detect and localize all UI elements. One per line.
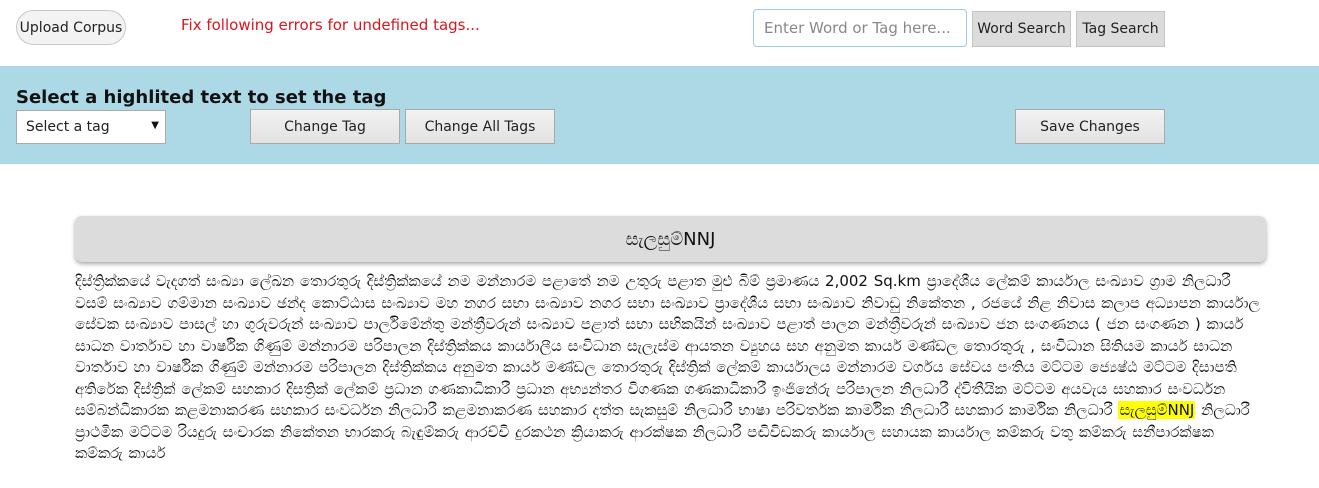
selected-word-heading: සැලසුම්NNJ	[75, 216, 1266, 262]
corpus-text-before: දිස්ත්‍රික්කයේ වැදගත් සංඛ්‍යා ලේඛන තොරතු…	[75, 272, 1260, 419]
tag-bar-title: Select a highlited text to set the tag	[16, 87, 387, 108]
change-tag-button[interactable]: Change Tag	[250, 109, 400, 144]
save-changes-button[interactable]: Save Changes	[1015, 109, 1165, 144]
corpus-text: දිස්ත්‍රික්කයේ වැදගත් සංඛ්‍යා ලේඛන තොරතු…	[75, 271, 1266, 465]
tag-search-button[interactable]: Tag Search	[1076, 11, 1165, 47]
chevron-down-icon: ▼	[151, 120, 159, 131]
tag-select-dropdown[interactable]: Select a tag ▼	[16, 110, 166, 144]
page: Upload Corpus Fix following errors for u…	[0, 0, 1319, 488]
error-message: Fix following errors for undefined tags.…	[181, 16, 480, 34]
highlighted-word[interactable]: සැලසුම්NNJ	[1118, 401, 1196, 419]
tag-select-value: Select a tag	[26, 119, 110, 135]
top-toolbar: Upload Corpus Fix following errors for u…	[0, 0, 1319, 64]
search-input[interactable]	[753, 9, 967, 47]
upload-corpus-button[interactable]: Upload Corpus	[16, 10, 126, 45]
tag-bar: Select a highlited text to set the tag S…	[0, 66, 1319, 164]
change-all-tags-button[interactable]: Change All Tags	[405, 109, 555, 144]
word-search-button[interactable]: Word Search	[972, 11, 1071, 47]
